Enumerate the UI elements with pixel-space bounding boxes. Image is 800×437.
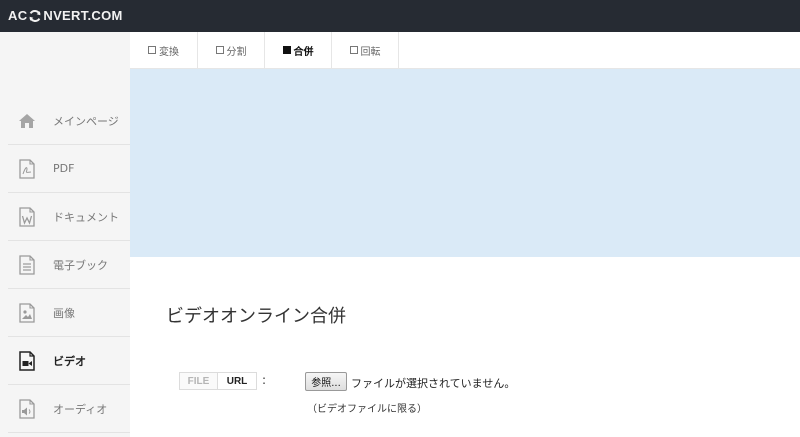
tab-label: 変換 <box>159 46 179 58</box>
top-bar: AC NVERT.COM <box>0 0 800 32</box>
pdf-file-icon <box>17 158 37 179</box>
sidebar-item-label: メインページ <box>53 114 119 128</box>
checkbox-icon <box>148 46 156 54</box>
logo-text-right: NVERT.COM <box>43 8 123 23</box>
tab-label: 分割 <box>226 46 247 58</box>
refresh-icon <box>29 9 41 22</box>
ebook-file-icon <box>17 254 37 275</box>
tab-label: 回転 <box>360 46 381 58</box>
sidebar-item-document[interactable]: ドキュメント <box>8 193 130 241</box>
sidebar-item-label: オーディオ <box>53 402 108 416</box>
file-type-hint: （ビデオファイルに限る） <box>307 404 427 415</box>
file-source-toggle[interactable]: FILE <box>179 372 218 390</box>
tab-split[interactable]: 分割 <box>198 32 265 68</box>
sidebar-item-image[interactable]: 画像 <box>8 289 130 337</box>
field-separator: : <box>262 373 267 387</box>
sidebar-item-ebook[interactable]: 電子ブック <box>8 241 130 289</box>
sidebar-item-pdf[interactable]: PDF <box>8 145 130 193</box>
audio-file-icon <box>17 398 37 419</box>
browse-button[interactable]: 参照... <box>305 372 347 391</box>
checkbox-icon <box>215 46 224 54</box>
word-file-icon <box>17 206 37 227</box>
sidebar-item-main-page[interactable]: メインページ <box>8 97 130 145</box>
url-source-toggle[interactable]: URL <box>217 372 257 390</box>
page-title: ビデオオンライン合併 <box>166 306 346 327</box>
tab-convert[interactable]: 変換 <box>130 32 198 68</box>
sidebar-item-label: 電子ブック <box>53 258 108 272</box>
tool-tabs: 変換 分割 合併 回転 <box>130 32 800 69</box>
checkbox-icon <box>349 46 358 54</box>
tab-rotate[interactable]: 回転 <box>332 32 399 68</box>
sidebar-item-video[interactable]: ビデオ <box>8 337 138 385</box>
file-status-text: ファイルが選択されていません。 <box>351 377 516 390</box>
checkbox-filled-icon <box>282 46 291 54</box>
image-file-icon <box>17 302 37 323</box>
tab-merge[interactable]: 合併 <box>265 32 332 68</box>
home-icon <box>17 111 37 131</box>
video-file-icon <box>17 350 37 371</box>
active-indicator <box>130 355 138 371</box>
banner-area <box>130 69 800 257</box>
sidebar-item-label: 画像 <box>53 306 75 320</box>
sidebar-item-label: ビデオ <box>53 354 86 368</box>
sidebar-item-label: ドキュメント <box>53 210 119 224</box>
tab-label: 合併 <box>293 46 314 58</box>
sidebar: メインページ PDF ドキュメント 電子ブック 画像 ビデオ オーディオ <box>0 32 138 437</box>
logo-text-left: AC <box>8 8 28 23</box>
sidebar-item-audio[interactable]: オーディオ <box>8 385 130 433</box>
site-logo[interactable]: AC NVERT.COM <box>8 8 123 23</box>
sidebar-item-label: PDF <box>53 162 75 175</box>
